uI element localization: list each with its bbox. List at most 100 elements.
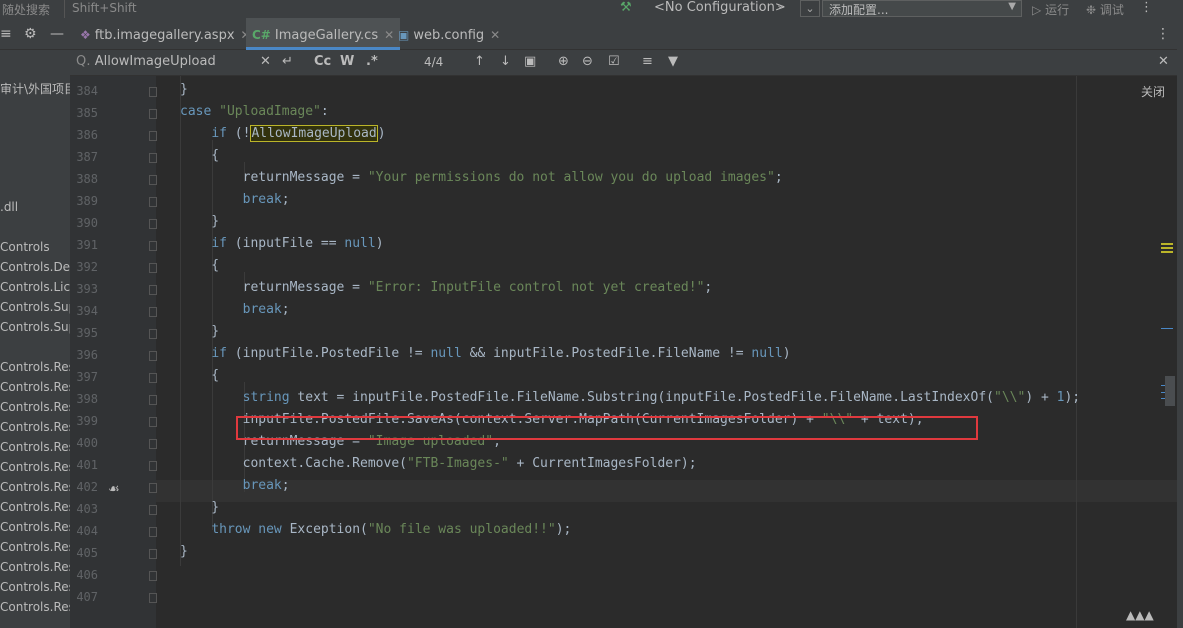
fold-marker-icon[interactable] — [149, 329, 157, 339]
fold-marker-icon[interactable] — [149, 395, 157, 405]
code-line[interactable]: case "UploadImage": — [180, 104, 329, 119]
fold-marker-icon[interactable] — [149, 461, 157, 471]
target-dropdown-button[interactable]: ⌄ — [800, 0, 820, 17]
add-selection-icon[interactable]: ⊕ — [558, 54, 569, 69]
configuration-selector[interactable]: <No Configuration> — [654, 0, 786, 15]
fold-marker-icon[interactable] — [149, 285, 157, 295]
gear-icon[interactable]: ⚙ — [24, 26, 37, 42]
fold-marker-icon[interactable] — [149, 593, 157, 603]
inspections-widget-icon[interactable]: ▲▲▲ — [1126, 608, 1154, 622]
fold-marker-icon[interactable] — [149, 483, 157, 493]
code-line[interactable]: throw new Exception("No file was uploade… — [180, 522, 571, 537]
lightbulb-icon[interactable]: ☙ — [108, 482, 120, 497]
search-input[interactable]: Q․ AllowImageUpload — [76, 54, 216, 69]
tab-web-config[interactable]: ▣ web.config ✕ — [398, 18, 500, 49]
fold-marker-icon[interactable] — [149, 571, 157, 581]
tree-item[interactable]: Controls.Res — [0, 580, 70, 594]
regex-toggle[interactable]: .* — [366, 54, 378, 69]
close-icon[interactable]: ✕ — [490, 28, 500, 42]
tree-item[interactable]: 审计\外国项目 — [0, 80, 70, 97]
tree-item[interactable]: Controls.Res — [0, 480, 70, 494]
fold-marker-icon[interactable] — [149, 307, 157, 317]
code-line[interactable]: { — [180, 148, 219, 163]
tree-item[interactable]: Controls.Res — [0, 560, 70, 574]
code-line[interactable]: } — [180, 544, 188, 559]
error-stripe-marker[interactable] — [1161, 328, 1173, 329]
select-all-occurrences-icon[interactable]: ▣ — [524, 54, 536, 69]
fold-marker-icon[interactable] — [149, 263, 157, 273]
scrollbar-thumb[interactable] — [1165, 376, 1175, 406]
align-icon[interactable]: ≡ — [642, 54, 653, 69]
minimize-icon[interactable]: — — [50, 26, 64, 42]
fold-marker-icon[interactable] — [149, 505, 157, 515]
fold-marker-icon[interactable] — [149, 197, 157, 207]
fold-marker-icon[interactable] — [149, 417, 157, 427]
remove-selection-icon[interactable]: ⊖ — [582, 54, 593, 69]
clear-search-icon[interactable]: ✕ — [260, 54, 271, 69]
filter-icon[interactable]: ▼ — [668, 54, 678, 69]
error-stripe-marker[interactable] — [1161, 251, 1173, 253]
more-options-icon[interactable]: ⋮ — [1140, 0, 1153, 15]
close-label[interactable]: 关闭 — [1141, 83, 1165, 100]
code-editor[interactable]: } case "UploadImage": if (!AllowImageUplo… — [156, 76, 1177, 628]
collapse-icon[interactable]: ≡ — [0, 26, 12, 42]
tree-item[interactable]: Controls.Res — [0, 400, 70, 414]
code-line[interactable]: } — [180, 324, 219, 339]
code-line[interactable]: { — [180, 258, 219, 273]
search-everywhere-label[interactable]: 随处搜索 — [2, 1, 50, 18]
tab-ftb-imagegallery-aspx[interactable]: ❖ftb.imagegallery.aspx✕ — [80, 18, 251, 49]
new-line-icon[interactable]: ↵ — [282, 54, 293, 69]
tree-item[interactable]: Controls.Sup — [0, 320, 70, 334]
run-button[interactable]: ▷ 运行 — [1032, 1, 1069, 18]
build-hammer-icon[interactable]: ⚒ — [620, 0, 632, 15]
tree-item[interactable]: Controls.Res — [0, 500, 70, 514]
fold-marker-icon[interactable] — [149, 351, 157, 361]
fold-marker-icon[interactable] — [149, 219, 157, 229]
fold-marker-icon[interactable] — [149, 175, 157, 185]
tree-item[interactable]: Controls.Res — [0, 380, 70, 394]
code-line[interactable]: } — [180, 214, 219, 229]
tree-item[interactable]: Controls.Res — [0, 420, 70, 434]
fold-marker-icon[interactable] — [149, 241, 157, 251]
code-line[interactable]: context.Cache.Remove("FTB-Images-" + Cur… — [180, 456, 697, 471]
fold-marker-icon[interactable] — [149, 527, 157, 537]
tree-item[interactable]: Controls.Res — [0, 360, 70, 374]
code-line[interactable]: string text = inputFile.PostedFile.FileN… — [180, 390, 1080, 405]
fold-marker-icon[interactable] — [149, 373, 157, 383]
code-line[interactable]: break; — [180, 302, 290, 317]
fold-marker-icon[interactable] — [149, 131, 157, 141]
fold-marker-icon[interactable] — [149, 439, 157, 449]
previous-occurrence-icon[interactable]: ↑ — [474, 54, 485, 69]
code-line[interactable]: if (inputFile.PostedFile != null && inpu… — [180, 346, 790, 361]
tree-item[interactable]: Controls.Des — [0, 260, 70, 274]
next-occurrence-icon[interactable]: ↓ — [500, 54, 511, 69]
add-configuration-combo[interactable]: 添加配置... ▼ — [822, 0, 1022, 17]
tree-item[interactable]: Controls — [0, 240, 50, 254]
close-find-icon[interactable]: ✕ — [1158, 54, 1169, 69]
tree-item[interactable]: Controls.Res — [0, 540, 70, 554]
tree-item[interactable]: .dll — [0, 200, 18, 214]
code-line[interactable]: returnMessage = "Error: InputFile contro… — [180, 280, 713, 295]
code-line[interactable]: break; — [180, 192, 290, 207]
whole-word-toggle[interactable]: W — [340, 54, 354, 69]
code-line[interactable]: } — [180, 500, 219, 515]
close-icon[interactable]: ✕ — [384, 28, 394, 42]
tab-menu-icon[interactable]: ⋮ — [1156, 26, 1170, 42]
tab-imagegallery-cs[interactable]: C# ImageGallery.cs ✕ — [246, 18, 401, 50]
tree-item[interactable]: Controls.Sup — [0, 300, 70, 314]
code-line[interactable]: if (inputFile == null) — [180, 236, 383, 251]
fold-marker-icon[interactable] — [149, 87, 157, 97]
code-line[interactable]: break; — [180, 478, 290, 493]
code-line[interactable]: returnMessage = "Your permissions do not… — [180, 170, 783, 185]
fold-marker-icon[interactable] — [149, 153, 157, 163]
error-stripe-marker[interactable] — [1161, 247, 1173, 249]
fold-marker-icon[interactable] — [149, 549, 157, 559]
tree-item[interactable]: Controls.Res — [0, 520, 70, 534]
error-stripe-marker[interactable] — [1161, 243, 1173, 245]
code-line[interactable]: { — [180, 368, 219, 383]
code-line[interactable]: if (!AllowImageUpload) — [180, 125, 386, 142]
debug-button[interactable]: ❉ 调试 — [1086, 1, 1124, 18]
match-case-toggle[interactable]: Cc — [314, 54, 331, 69]
tree-item[interactable]: Controls.Lice — [0, 280, 70, 294]
code-line[interactable]: } — [180, 82, 188, 97]
